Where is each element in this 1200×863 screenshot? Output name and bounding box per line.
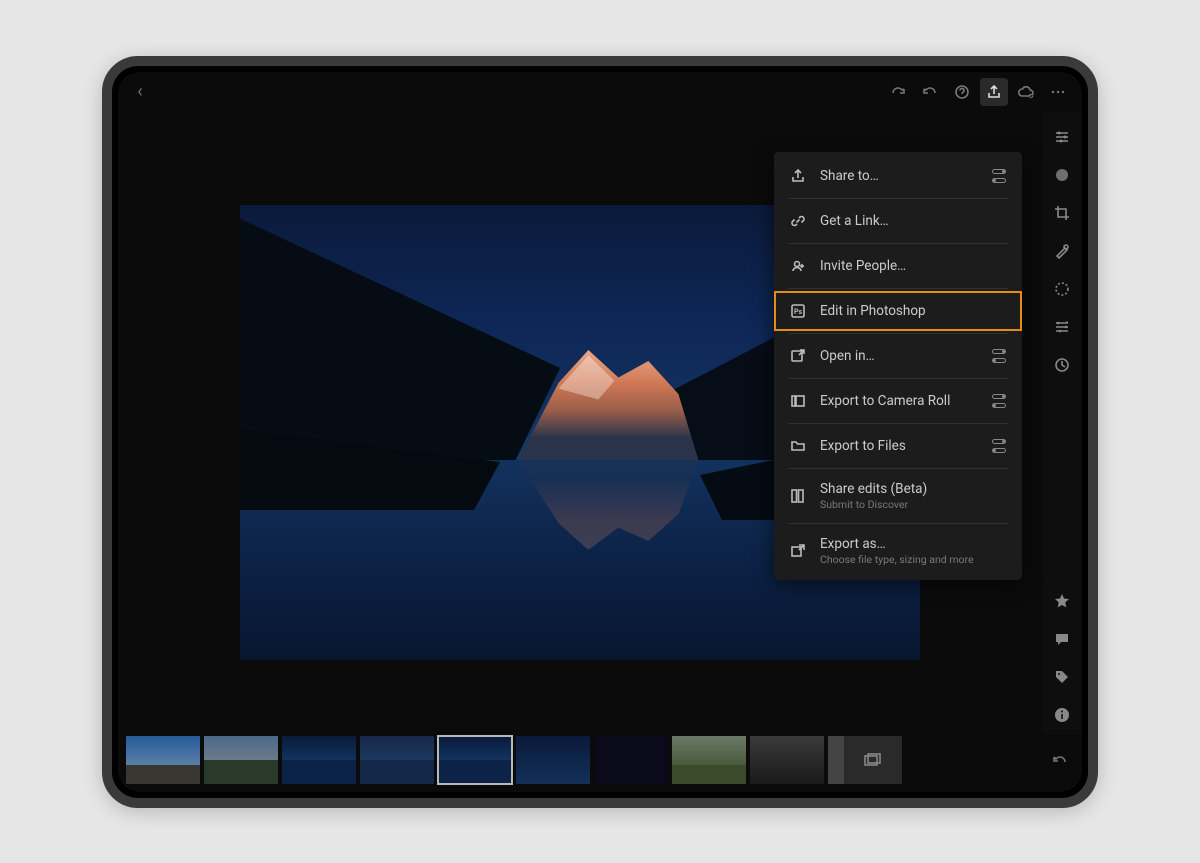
thumbnail[interactable] (672, 736, 746, 784)
edit-tool-rail (1042, 112, 1082, 734)
app-screen: ‹ (118, 72, 1082, 792)
menu-label: Export to Camera Roll (820, 393, 992, 409)
options-toggle-icon (992, 394, 1008, 408)
menu-sublabel: Submit to Discover (820, 498, 1008, 511)
menu-label: Edit in Photoshop (820, 303, 1008, 319)
tag-icon[interactable] (1047, 662, 1077, 692)
open-in-icon (788, 346, 808, 366)
thumbnail[interactable] (282, 736, 356, 784)
thumbnail[interactable] (126, 736, 200, 784)
menu-sublabel: Choose file type, sizing and more (820, 553, 1008, 566)
svg-text:Ps: Ps (794, 308, 803, 316)
options-toggle-icon (992, 169, 1008, 183)
thumbnail[interactable] (516, 736, 590, 784)
menu-label: Get a Link… (820, 213, 1008, 229)
top-toolbar: ‹ (118, 72, 1082, 112)
menu-label: Invite People… (820, 258, 1008, 274)
thumbnail-stack[interactable] (828, 736, 902, 784)
filmstrip (118, 734, 1082, 792)
undo-button[interactable] (916, 78, 944, 106)
help-button[interactable] (948, 78, 976, 106)
adjust-sliders-icon[interactable] (1047, 122, 1077, 152)
info-icon[interactable] (1047, 700, 1077, 730)
color-ball-icon[interactable] (1047, 160, 1077, 190)
thumbnail[interactable] (204, 736, 278, 784)
thumbnail[interactable] (594, 736, 668, 784)
options-toggle-icon (992, 349, 1008, 363)
menu-label: Export as… (820, 536, 1008, 552)
thumbnail[interactable] (360, 736, 434, 784)
more-button[interactable] (1044, 78, 1072, 106)
menu-label: Export to Files (820, 438, 992, 454)
content-area: Share to… Get a Link… Invite People… (118, 112, 1082, 734)
options-toggle-icon (992, 439, 1008, 453)
cloud-sync-button[interactable] (1012, 78, 1040, 106)
menu-edit-in-photoshop[interactable]: Ps Edit in Photoshop (774, 291, 1022, 331)
menu-invite-people[interactable]: Invite People… (774, 246, 1022, 286)
share-menu: Share to… Get a Link… Invite People… (774, 152, 1022, 580)
thumbnail-selected[interactable] (438, 736, 512, 784)
menu-export-as[interactable]: Export as… Choose file type, sizing and … (774, 526, 1022, 576)
versions-icon[interactable] (1047, 350, 1077, 380)
photoshop-icon: Ps (788, 301, 808, 321)
menu-export-camera-roll[interactable]: Export to Camera Roll (774, 381, 1022, 421)
menu-label: Share edits (Beta) (820, 481, 1008, 497)
menu-share-to[interactable]: Share to… (774, 156, 1022, 196)
comments-icon[interactable] (1047, 624, 1077, 654)
share-icon (788, 166, 808, 186)
share-button[interactable] (980, 78, 1008, 106)
filmstrip-undo-icon[interactable] (1046, 746, 1074, 774)
heal-brush-icon[interactable] (1047, 236, 1077, 266)
invite-people-icon (788, 256, 808, 276)
export-as-icon (788, 541, 808, 561)
back-button[interactable]: ‹ (126, 81, 154, 102)
masking-icon[interactable] (1047, 274, 1077, 304)
menu-get-link[interactable]: Get a Link… (774, 201, 1022, 241)
camera-roll-icon (788, 391, 808, 411)
redo-button[interactable] (884, 78, 912, 106)
menu-label: Share to… (820, 168, 992, 184)
menu-export-files[interactable]: Export to Files (774, 426, 1022, 466)
thumbnail[interactable] (750, 736, 824, 784)
menu-label: Open in… (820, 348, 992, 364)
star-rating-icon[interactable] (1047, 586, 1077, 616)
crop-icon[interactable] (1047, 198, 1077, 228)
link-icon (788, 211, 808, 231)
menu-open-in[interactable]: Open in… (774, 336, 1022, 376)
menu-share-edits[interactable]: Share edits (Beta) Submit to Discover (774, 471, 1022, 521)
folder-icon (788, 436, 808, 456)
share-edits-icon (788, 486, 808, 506)
presets-icon[interactable] (1047, 312, 1077, 342)
ipad-device-frame: ‹ (102, 56, 1098, 808)
